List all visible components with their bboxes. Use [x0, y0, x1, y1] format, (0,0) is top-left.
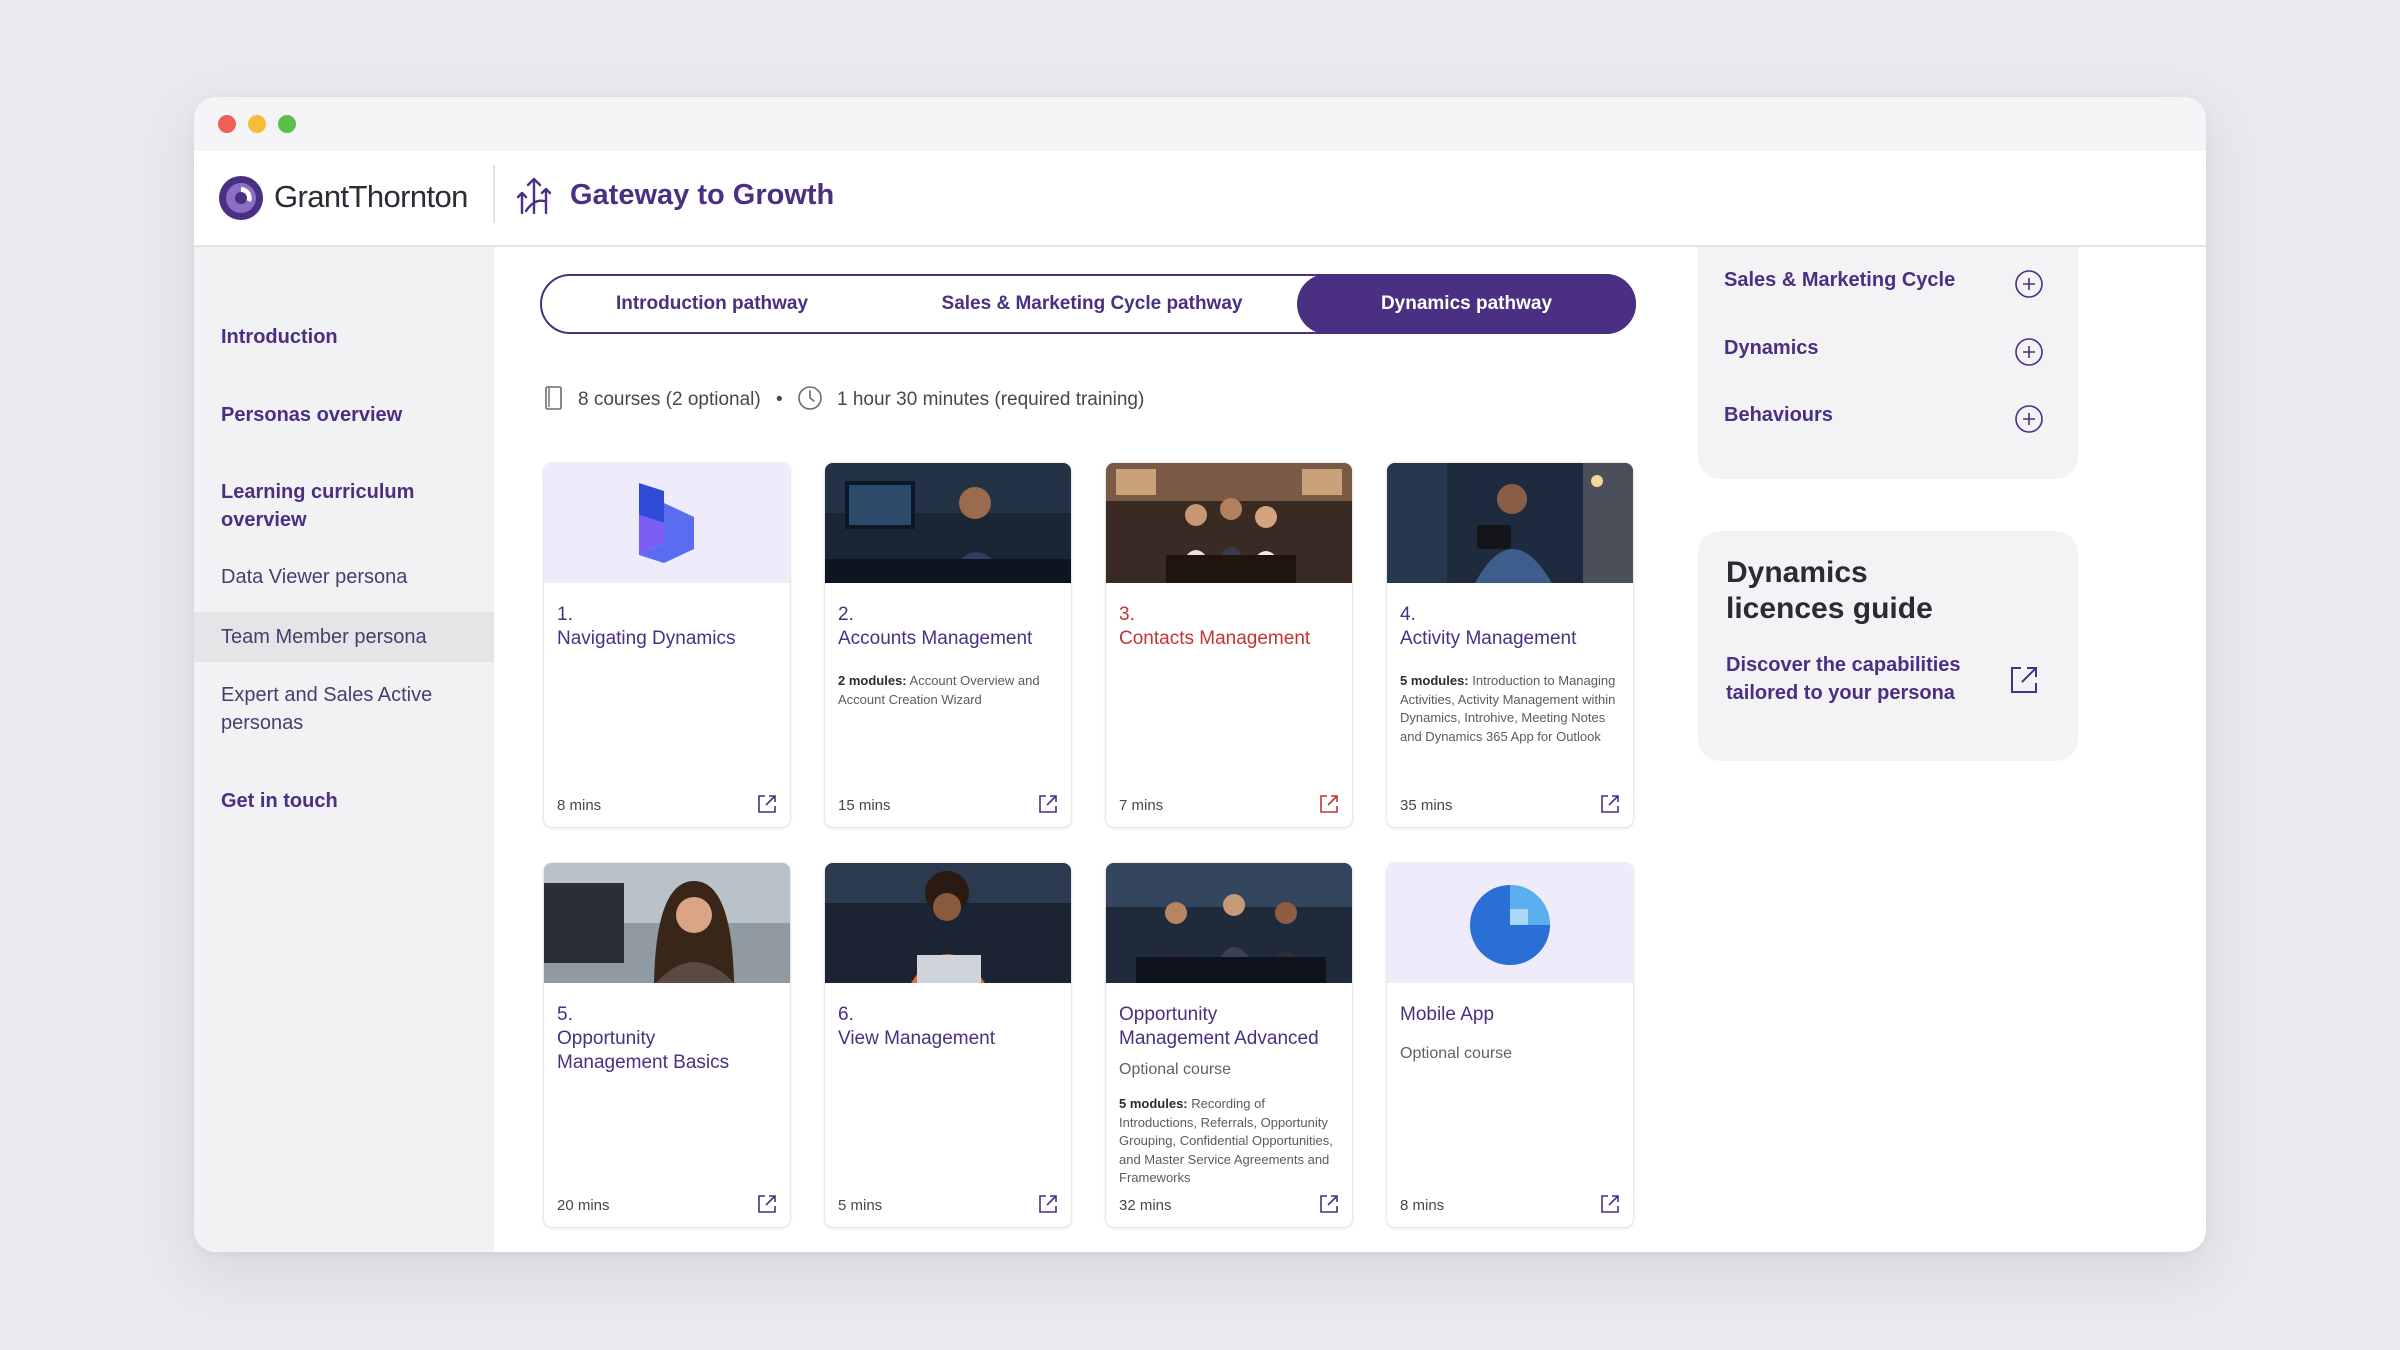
course-title: Mobile App [1400, 1004, 1495, 1025]
tab-dynamics-pathway[interactable]: Dynamics pathway [1297, 274, 1636, 334]
plus-circle-icon[interactable] [2014, 269, 2044, 299]
course-card-view-management[interactable]: 6. View Management 5 mins [825, 863, 1071, 1227]
course-card-contacts-management[interactable]: 3. Contacts Management 7 mins [1106, 463, 1352, 827]
external-link-icon[interactable] [756, 793, 778, 815]
sidebar-item-get-in-touch[interactable]: Get in touch [221, 787, 338, 815]
book-icon [545, 386, 562, 410]
pathway-tabs: Introduction pathway Sales & Marketing C… [540, 274, 1636, 334]
dynamics-logo-icon [544, 463, 790, 583]
topics-accordion: Sales & Marketing Cycle Dynamics Behavio… [1698, 247, 2078, 479]
external-link-icon[interactable] [1037, 1193, 1059, 1215]
sidebar-item-learning-curriculum[interactable]: Learning curriculum overview [221, 478, 461, 534]
guide-link[interactable]: Discover the capabilities tailored to yo… [1726, 651, 1986, 707]
close-window-dot[interactable] [218, 115, 236, 133]
course-duration: 8 mins [557, 797, 602, 814]
clock-icon [798, 386, 822, 410]
course-modules: 5 modules: Recording of Introductions, R… [1119, 1096, 1333, 1185]
course-card-activity-management[interactable]: 4. Activity Management 5 modules: Introd… [1387, 463, 1633, 827]
course-duration: 8 mins [1400, 1197, 1445, 1214]
external-link-icon[interactable] [1318, 793, 1340, 815]
external-link-icon[interactable] [1037, 793, 1059, 815]
course-title: 1. Navigating Dynamics [557, 604, 736, 649]
tab-introduction-pathway[interactable]: Introduction pathway [542, 276, 882, 332]
woman-smiling-photo [544, 863, 790, 983]
course-duration: 35 mins [1400, 797, 1453, 814]
external-link-icon[interactable] [756, 1193, 778, 1215]
sidebar-item-expert-sales-active[interactable]: Expert and Sales Active personas [221, 681, 461, 737]
course-duration: 5 mins [838, 1197, 883, 1214]
course-title: 3. Contacts Management [1119, 604, 1311, 649]
course-duration: 32 mins [1119, 1197, 1172, 1214]
required-duration: 1 hour 30 minutes (required training) [837, 389, 1145, 410]
grant-thornton-logo-icon[interactable] [218, 175, 264, 221]
course-title: Opportunity Management Advanced [1119, 1004, 1319, 1049]
man-with-tablet-photo [1387, 463, 1633, 583]
maximize-window-dot[interactable] [278, 115, 296, 133]
course-title: 6. View Management [838, 1004, 996, 1049]
plus-circle-icon[interactable] [2014, 337, 2044, 367]
course-duration: 7 mins [1119, 797, 1164, 814]
course-modules: 2 modules: Account Overview and Account … [838, 673, 1040, 707]
accordion-item-dynamics[interactable]: Dynamics [1724, 337, 1819, 360]
woman-with-laptop-photo [825, 863, 1071, 983]
course-duration: 20 mins [557, 1197, 610, 1214]
external-link-icon[interactable] [1599, 1193, 1621, 1215]
group-at-table-photo [1106, 863, 1352, 983]
optional-label: Optional course [1119, 1061, 1232, 1078]
course-card-accounts-management[interactable]: 2. Accounts Management 2 modules: Accoun… [825, 463, 1071, 827]
growth-arrows-icon [516, 177, 552, 215]
external-link-icon[interactable] [1318, 1193, 1340, 1215]
course-title: 5. Opportunity Management Basics [557, 1004, 730, 1073]
mobile-app-logo-icon [1387, 863, 1633, 983]
plus-circle-icon[interactable] [2014, 404, 2044, 434]
accordion-item-behaviours[interactable]: Behaviours [1724, 404, 1833, 427]
window-titlebar [194, 97, 2206, 151]
course-title: 2. Accounts Management [838, 604, 1033, 649]
sidebar-item-data-viewer[interactable]: Data Viewer persona [221, 563, 407, 591]
app-title[interactable]: Gateway to Growth [570, 179, 834, 212]
optional-label: Optional course [1400, 1045, 1513, 1062]
man-at-computer-photo [825, 463, 1071, 583]
licences-guide-card[interactable]: Dynamics licences guide Discover the cap… [1698, 531, 2078, 761]
sidebar-nav: Introduction Personas overview Learning … [194, 247, 494, 1252]
course-card-opportunity-advanced[interactable]: Opportunity Management Advanced Optional… [1106, 863, 1352, 1227]
course-duration: 15 mins [838, 797, 891, 814]
course-card-navigating-dynamics[interactable]: 1. Navigating Dynamics 8 mins [544, 463, 790, 827]
course-title: 4. Activity Management [1400, 604, 1577, 649]
tab-sales-marketing-pathway[interactable]: Sales & Marketing Cycle pathway [882, 276, 1302, 332]
external-link-icon[interactable] [2008, 664, 2040, 696]
sidebar-item-team-member[interactable]: Team Member persona [221, 623, 427, 651]
course-card-mobile-app[interactable]: Mobile App Optional course 8 mins [1387, 863, 1633, 1227]
team-meeting-photo [1106, 463, 1352, 583]
external-link-icon[interactable] [1599, 793, 1621, 815]
sidebar-item-personas-overview[interactable]: Personas overview [221, 401, 402, 429]
browser-window: GrantThornton Gateway to Growth Introduc… [194, 97, 2206, 1252]
minimize-window-dot[interactable] [248, 115, 266, 133]
app-header: GrantThornton Gateway to Growth [194, 151, 2206, 247]
course-modules: 5 modules: Introduction to Managing Acti… [1400, 673, 1616, 744]
header-divider [493, 165, 495, 223]
meta-separator: • [776, 389, 783, 410]
course-card-opportunity-basics[interactable]: 5. Opportunity Management Basics 20 mins [544, 863, 790, 1227]
course-count: 8 courses (2 optional) [578, 389, 761, 410]
sidebar-item-introduction[interactable]: Introduction [221, 323, 338, 351]
company-name: GrantThornton [274, 179, 468, 214]
accordion-item-sales-marketing[interactable]: Sales & Marketing Cycle [1724, 269, 1955, 292]
guide-title: Dynamics licences guide [1726, 556, 1933, 625]
